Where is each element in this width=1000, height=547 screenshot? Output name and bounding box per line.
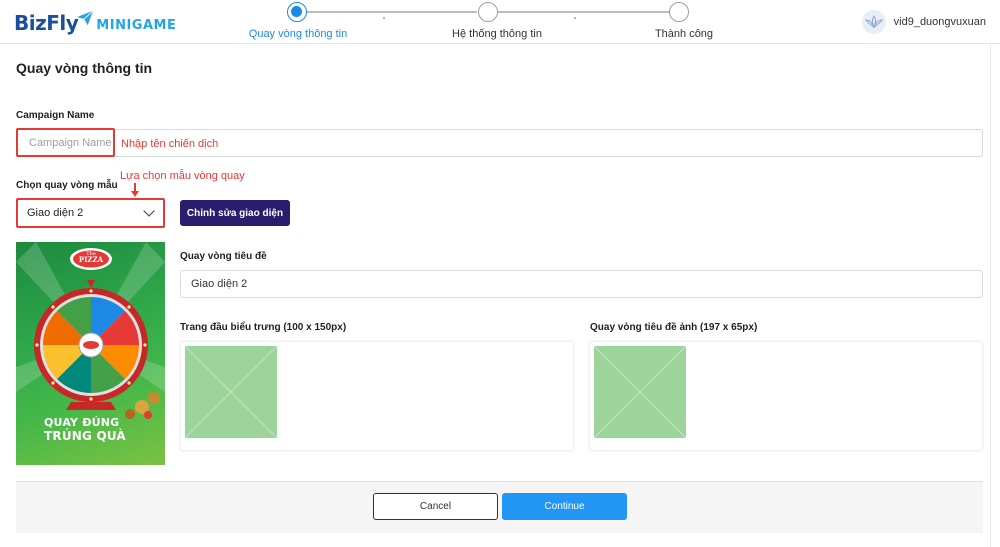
annotation-highlight-box: [16, 128, 115, 157]
wheel-title-label: Quay vòng tiêu đề: [180, 251, 267, 262]
username: vid9_duongvuxuan: [893, 16, 986, 28]
annotation-arrow-head: [131, 191, 139, 197]
template-select-label: Chọn quay vòng mẫu: [16, 180, 118, 191]
step-3-label[interactable]: Thành công: [655, 28, 713, 40]
avatar[interactable]: [861, 10, 886, 34]
step-separator-dot: [574, 17, 576, 19]
step-3-indicator[interactable]: [669, 2, 689, 22]
progress-stepper: Quay vòng thông tin Hệ thống thông tin T…: [0, 0, 1000, 44]
step-connector: [497, 11, 669, 13]
preview-slogan-line2: TRÚNG QUÀ: [44, 429, 126, 443]
campaign-name-annotation: Nhập tên chiến dịch: [121, 138, 219, 150]
preview-brand: PIZZA: [78, 255, 104, 264]
step-2-label[interactable]: Hệ thống thông tin: [452, 28, 542, 40]
top-header: BizFly MINIGAME Quay vòng thông tin Hệ t…: [0, 0, 1000, 44]
title-image-label: Quay vòng tiêu đề ảnh (197 x 65px): [590, 322, 758, 333]
wheel-title-value: Giao diện 2: [191, 278, 248, 290]
logo-upload-box[interactable]: [180, 341, 574, 451]
step-separator-dot: [383, 17, 385, 19]
title-image-upload-box[interactable]: [589, 341, 983, 451]
step-connector: [306, 11, 477, 13]
step-1-indicator[interactable]: [287, 2, 307, 22]
step-2-indicator[interactable]: [478, 2, 498, 22]
edit-template-button[interactable]: Chỉnh sửa giao diện: [180, 200, 290, 226]
continue-button[interactable]: Continue: [502, 493, 627, 520]
image-placeholder-icon: [593, 345, 687, 439]
template-preview-image: The PIZZA QUAY ĐÚNG TRÚNG QUÀ: [16, 242, 165, 465]
user-menu[interactable]: vid9_duongvuxuan: [861, 10, 986, 34]
step-1-label[interactable]: Quay vòng thông tin: [249, 28, 347, 40]
cancel-button[interactable]: Cancel: [373, 493, 498, 520]
campaign-name-label: Campaign Name: [16, 110, 95, 121]
content-border: [990, 44, 991, 547]
page-title: Quay vòng thông tin: [16, 60, 153, 76]
image-placeholder-icon: [184, 345, 278, 439]
annotation-highlight-box: [16, 198, 165, 228]
template-annotation: Lựa chọn mẫu vòng quay: [120, 170, 245, 182]
annotation-arrow-line: [134, 183, 136, 191]
lotus-icon: [864, 15, 883, 29]
form-footer: [16, 481, 983, 533]
image-placeholder: [593, 345, 687, 439]
image-placeholder: [184, 345, 278, 439]
preview-slogan-line1: QUAY ĐÚNG: [44, 416, 120, 429]
logo-upload-label: Trang đầu biểu trưng (100 x 150px): [180, 322, 347, 333]
wheel-title-input[interactable]: Giao diện 2: [180, 270, 983, 298]
